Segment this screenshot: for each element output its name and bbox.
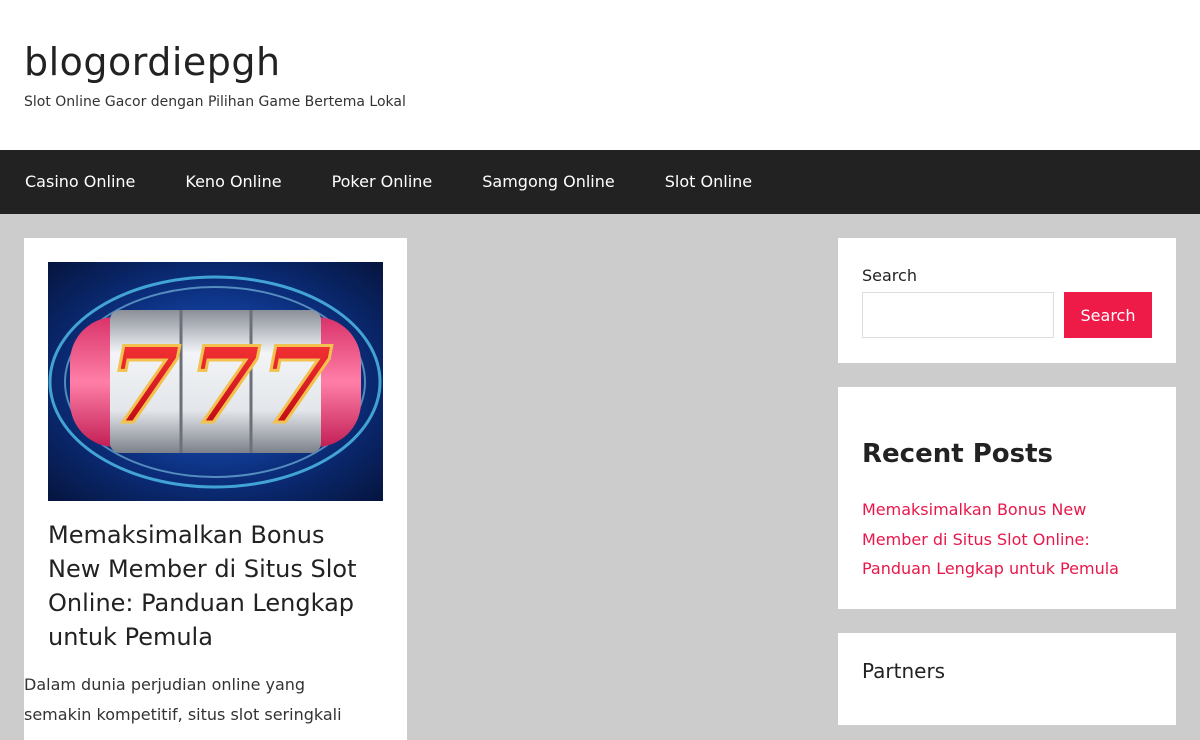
recent-posts-list: Memaksimalkan Bonus New Member di Situs …	[862, 495, 1142, 584]
search-input[interactable]	[862, 292, 1054, 338]
site-title[interactable]: blogordiepgh	[24, 40, 281, 84]
partners-widget: Partners	[838, 633, 1176, 725]
main-navigation: Casino Online Keno Online Poker Online S…	[0, 150, 1200, 214]
recent-post-link[interactable]: Memaksimalkan Bonus New Member di Situs …	[862, 500, 1119, 578]
site-header: blogordiepgh Slot Online Gacor dengan Pi…	[0, 0, 1200, 150]
nav-item-keno-online[interactable]: Keno Online	[160, 150, 306, 214]
search-label: Search	[862, 266, 917, 285]
nav-item-poker-online[interactable]: Poker Online	[307, 150, 458, 214]
post-title[interactable]: Memaksimalkan Bonus New Member di Situs …	[48, 518, 383, 654]
svg-text:7: 7	[260, 323, 333, 447]
list-item: Memaksimalkan Bonus New Member di Situs …	[862, 495, 1142, 584]
post-excerpt: Dalam dunia perjudian online yang semaki…	[24, 675, 342, 724]
search-button[interactable]: Search	[1064, 292, 1152, 338]
site-description: Slot Online Gacor dengan Pilihan Game Be…	[24, 94, 406, 110]
nav-item-casino-online[interactable]: Casino Online	[0, 150, 160, 214]
search-widget: Search Search	[838, 238, 1176, 363]
partners-title: Partners	[862, 659, 946, 683]
recent-posts-widget: Recent Posts Memaksimalkan Bonus New Mem…	[838, 387, 1176, 609]
svg-text:7: 7	[188, 323, 261, 447]
post-card: 7 7 7 Memaksimalkan Bonus New Member di …	[24, 238, 407, 740]
nav-item-samgong-online[interactable]: Samgong Online	[457, 150, 639, 214]
nav-item-slot-online[interactable]: Slot Online	[640, 150, 777, 214]
slot-777-image: 7 7 7	[48, 262, 383, 501]
svg-text:7: 7	[108, 323, 181, 447]
post-thumbnail[interactable]: 7 7 7	[48, 262, 383, 501]
recent-posts-title: Recent Posts	[862, 439, 1053, 469]
